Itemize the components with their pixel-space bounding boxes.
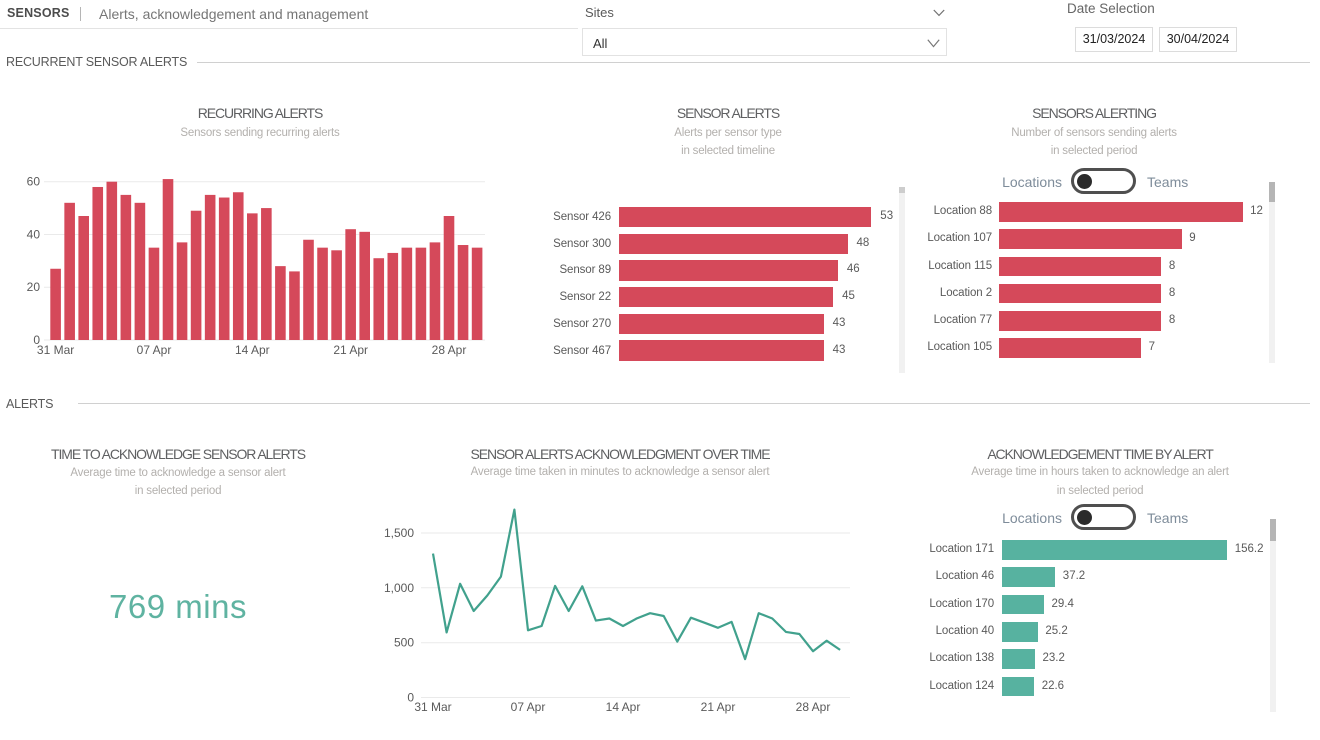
svg-text:21 Apr: 21 Apr xyxy=(333,343,368,357)
svg-text:1,000: 1,000 xyxy=(384,581,414,595)
svg-text:14 Apr: 14 Apr xyxy=(235,343,270,357)
svg-text:0: 0 xyxy=(407,691,414,705)
svg-text:28 Apr: 28 Apr xyxy=(796,700,831,714)
svg-text:28 Apr: 28 Apr xyxy=(432,343,467,357)
svg-text:21 Apr: 21 Apr xyxy=(701,700,736,714)
svg-text:60: 60 xyxy=(27,175,41,189)
svg-text:07 Apr: 07 Apr xyxy=(137,343,172,357)
svg-text:1,500: 1,500 xyxy=(384,526,414,540)
svg-text:500: 500 xyxy=(394,636,414,650)
svg-text:14 Apr: 14 Apr xyxy=(606,700,641,714)
svg-text:40: 40 xyxy=(27,228,41,242)
svg-text:20: 20 xyxy=(27,280,41,294)
svg-text:31 Mar: 31 Mar xyxy=(414,700,451,714)
svg-text:31 Mar: 31 Mar xyxy=(37,343,74,357)
svg-text:07 Apr: 07 Apr xyxy=(511,700,546,714)
